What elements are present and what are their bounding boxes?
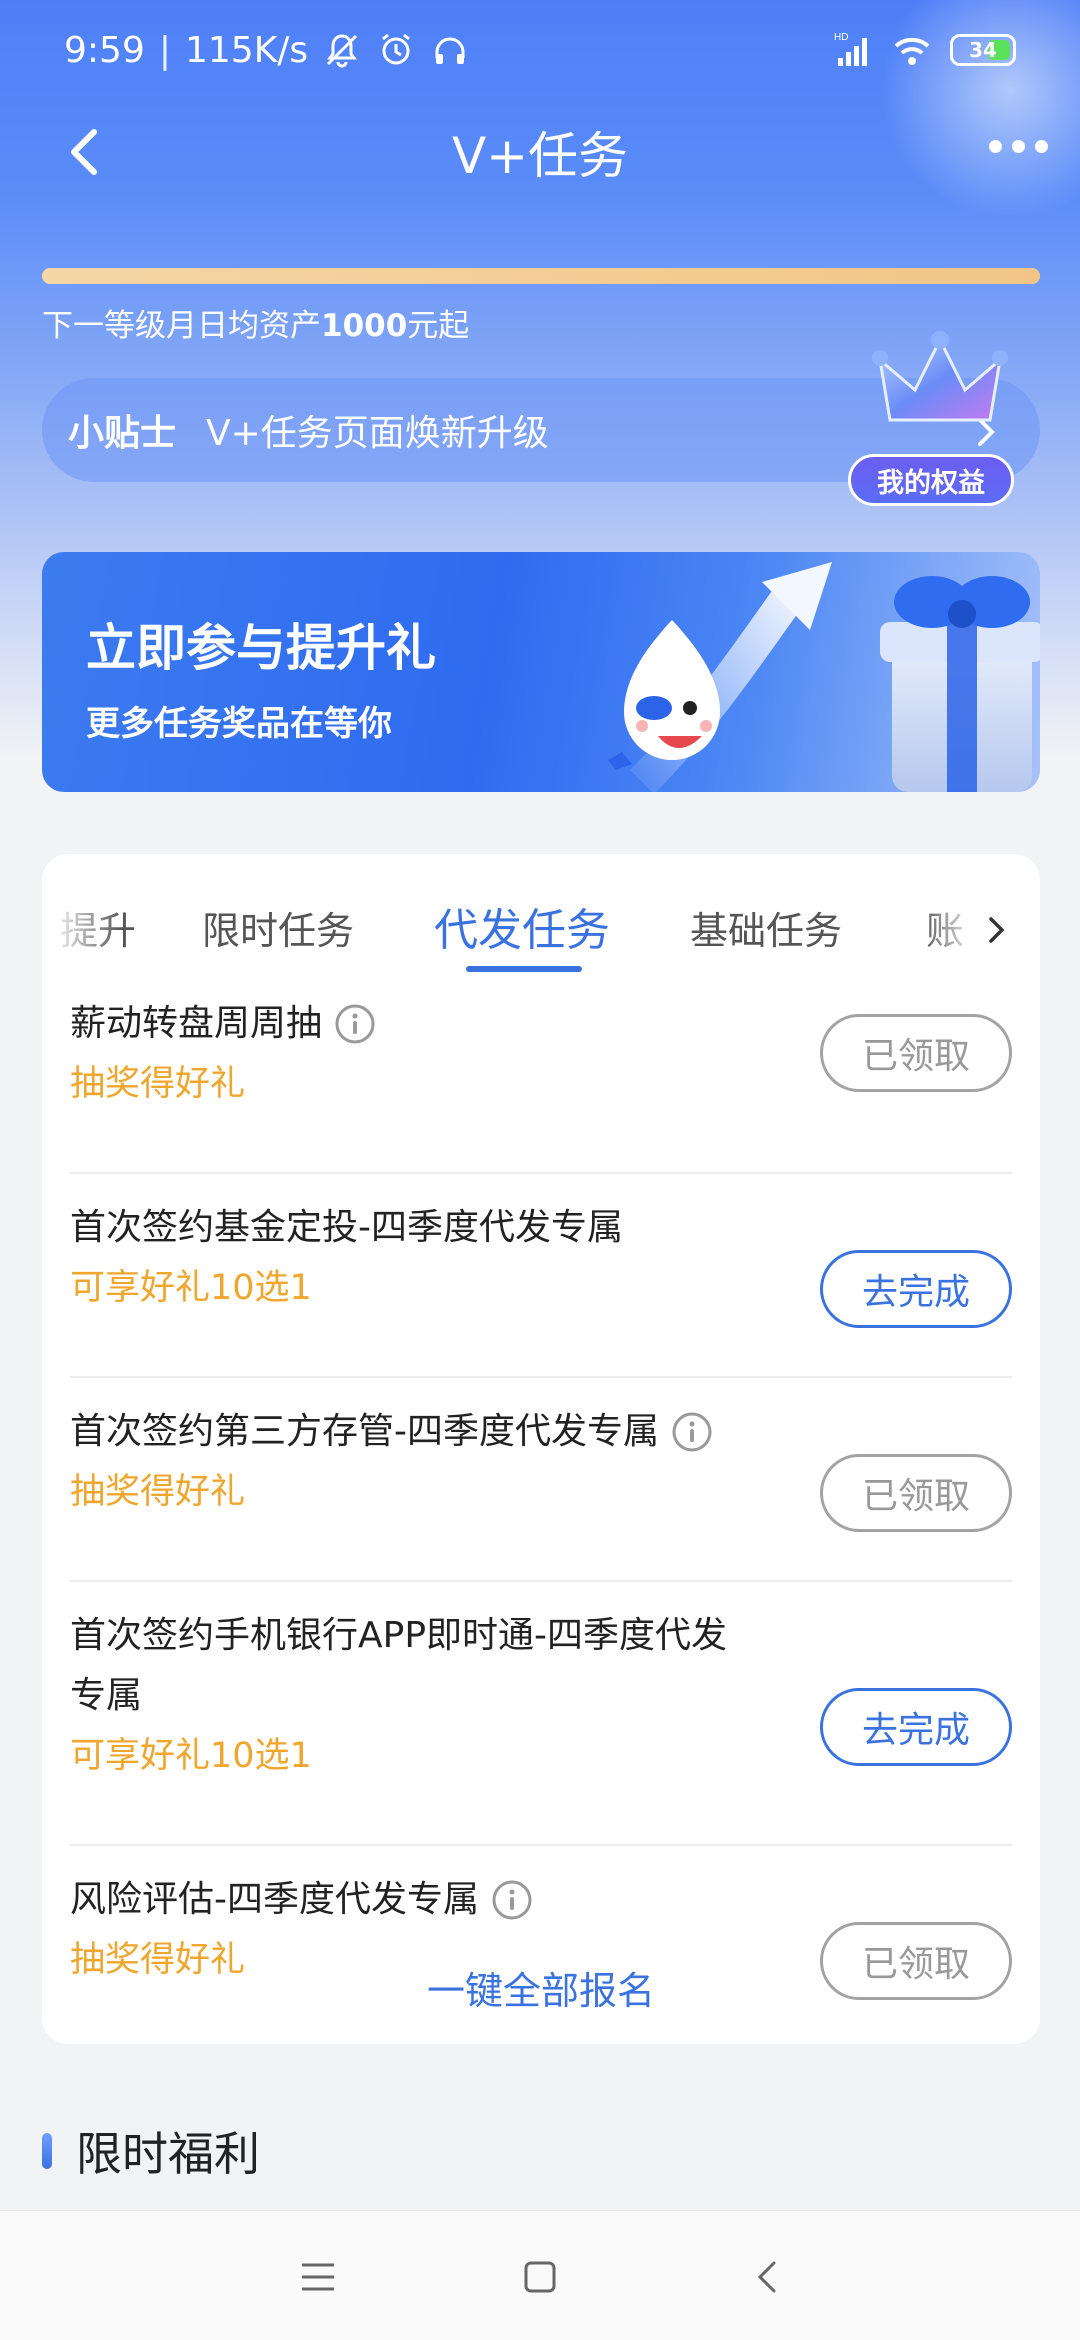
promo-title: 立即参与提升礼 <box>86 619 436 677</box>
back-arrow-icon[interactable] <box>60 126 112 178</box>
task-tabs: 提升 限时任务 代发任务 基础任务 账 <box>42 854 1040 994</box>
tab-basic[interactable]: 基础任务 <box>690 900 842 955</box>
svg-text:HD: HD <box>834 32 848 43</box>
chevron-right-icon[interactable] <box>986 914 1008 946</box>
tips-label: 小贴士 <box>68 413 177 454</box>
info-icon[interactable] <box>671 1411 713 1453</box>
claimed-button[interactable]: 已领取 <box>820 1014 1012 1092</box>
back-triangle-icon[interactable] <box>746 2255 790 2299</box>
tab-payroll[interactable]: 代发任务 <box>434 894 610 958</box>
task-row: 首次签约手机银行APP即时通-四季度代发 专属 可享好礼10选1 去完成 <box>70 1606 1012 1846</box>
battery-icon: 34 <box>950 34 1016 66</box>
task-row: 风险评估-四季度代发专属 抽奖得好礼 已领取 <box>70 1870 1012 2044</box>
task-card: 提升 限时任务 代发任务 基础任务 账 薪动转盘周周抽 抽奖得好礼 已领取 首次… <box>42 854 1040 2044</box>
home-square-icon[interactable] <box>518 2255 562 2299</box>
signal-icon: HD <box>834 32 867 66</box>
more-icon[interactable] <box>989 140 1048 153</box>
status-separator: | <box>158 29 171 71</box>
task-row: 薪动转盘周周抽 抽奖得好礼 已领取 <box>70 994 1012 1174</box>
tips-text: V+任务页面焕新升级 <box>206 413 549 454</box>
level-hint: 下一等级月日均资产1000元起 <box>42 308 470 344</box>
task-title: 首次签约手机银行APP即时通-四季度代发 <box>70 1615 728 1656</box>
status-time: 9:59 <box>64 29 145 71</box>
section-header: 限时福利 <box>42 2118 260 2184</box>
status-bar: 9:59 | 115K/s HD 34 <box>0 0 1080 100</box>
tab-indicator <box>466 966 582 972</box>
mascot-icon <box>608 620 720 770</box>
alarm-clock-icon <box>382 33 411 65</box>
wifi-icon <box>894 37 930 65</box>
battery-level: 34 <box>969 38 997 62</box>
info-icon[interactable] <box>491 1879 533 1921</box>
system-nav-bar <box>0 2210 1080 2340</box>
section-accent-bar <box>42 2133 52 2169</box>
task-list: 薪动转盘周周抽 抽奖得好礼 已领取 首次签约基金定投-四季度代发专属 可享好礼1… <box>70 994 1012 2044</box>
headphones-icon <box>435 37 465 64</box>
task-row: 首次签约第三方存管-四季度代发专属 抽奖得好礼 已领取 <box>70 1402 1012 1582</box>
crown-icon <box>872 331 1008 422</box>
task-row: 首次签约基金定投-四季度代发专属 可享好礼10选1 去完成 <box>70 1198 1012 1378</box>
task-title: 风险评估-四季度代发专属 <box>70 1870 1012 1930</box>
network-speed: 115K/s <box>184 29 309 71</box>
page-title: V+任务 <box>451 127 629 185</box>
claimed-button[interactable]: 已领取 <box>820 1454 1012 1532</box>
mute-bell-icon <box>327 34 358 68</box>
task-title: 首次签约第三方存管-四季度代发专属 <box>70 1402 1012 1462</box>
info-icon[interactable] <box>334 1003 376 1045</box>
level-progress-bar <box>42 268 1040 284</box>
nav-bar: V+任务 <box>0 100 1080 204</box>
my-rights-button[interactable]: 我的权益 <box>848 454 1014 506</box>
tab-limited[interactable]: 限时任务 <box>202 900 354 955</box>
go-complete-button[interactable]: 去完成 <box>820 1250 1012 1328</box>
promo-subtitle: 更多任务奖品在等你 <box>86 704 392 744</box>
section-title: 限时福利 <box>76 2127 260 2181</box>
task-title: 首次签约基金定投-四季度代发专属 <box>70 1207 623 1248</box>
one-key-signup-link[interactable]: 一键全部报名 <box>42 1960 1040 2015</box>
promo-banner[interactable]: 立即参与提升礼 更多任务奖品在等你 <box>42 552 1040 792</box>
menu-icon[interactable] <box>296 2255 340 2299</box>
go-complete-button[interactable]: 去完成 <box>820 1688 1012 1766</box>
